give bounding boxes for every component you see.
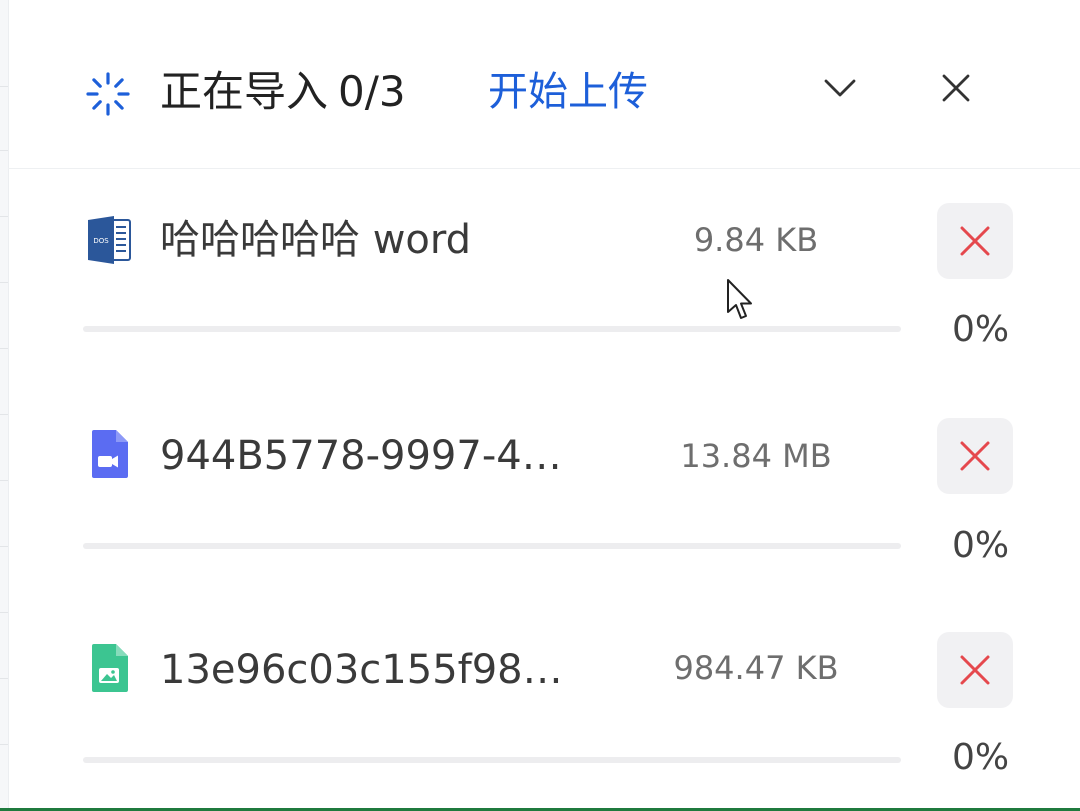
collapse-button[interactable] — [812, 60, 868, 116]
row-divider — [0, 480, 8, 481]
remove-x-icon — [960, 441, 990, 471]
progress-percent: 0% — [952, 737, 1010, 778]
svg-text:DOS: DOS — [93, 237, 109, 245]
file-list-item: DOS 哈哈哈哈哈 word 9.84 KB 0% — [8, 170, 1080, 370]
upload-panel-header: 正在导入 0/3 开始上传 — [8, 0, 1080, 169]
progress-percent: 0% — [952, 525, 1010, 566]
row-divider — [0, 678, 8, 679]
image-file-icon — [92, 644, 128, 692]
close-icon — [942, 74, 970, 102]
file-name: 哈哈哈哈哈 word — [160, 217, 472, 263]
remove-x-icon — [960, 655, 990, 685]
mouse-cursor-icon — [727, 279, 752, 319]
upload-progress-bar — [83, 543, 901, 549]
row-divider — [0, 216, 8, 217]
file-size: 984.47 KB — [673, 649, 839, 687]
row-divider — [0, 150, 8, 151]
file-size: 13.84 MB — [680, 437, 832, 475]
file-size: 9.84 KB — [693, 221, 819, 259]
loading-spinner-icon — [86, 72, 130, 116]
import-count: 0/3 — [338, 67, 406, 116]
row-divider — [0, 612, 8, 613]
import-status-label: 正在导入 — [160, 67, 329, 116]
row-divider — [0, 282, 8, 283]
row-divider — [0, 546, 8, 547]
start-upload-link[interactable]: 开始上传 — [488, 64, 648, 120]
progress-percent: 0% — [952, 309, 1010, 350]
remove-x-icon — [960, 226, 990, 256]
upload-progress-bar — [83, 326, 901, 332]
close-button[interactable] — [928, 60, 984, 116]
chevron-down-icon — [824, 79, 856, 97]
row-divider — [0, 348, 8, 349]
import-status-title: 正在导入 0/3 — [160, 64, 406, 120]
upload-panel: 正在导入 0/3 开始上传 DOS 哈哈哈哈哈 word 9.84 KB 0% … — [0, 0, 1080, 811]
video-file-icon — [92, 430, 128, 478]
row-divider — [0, 86, 8, 87]
upload-progress-bar — [83, 757, 901, 763]
row-divider — [0, 744, 8, 745]
row-divider — [0, 414, 8, 415]
word-document-icon: DOS — [88, 216, 131, 264]
remove-file-button[interactable] — [937, 632, 1013, 708]
file-name: 13e96c03c155f98… — [160, 647, 563, 693]
file-list-item: 944B5778-9997-4… 13.84 MB 0% — [8, 386, 1080, 586]
file-list-item: 13e96c03c155f98… 984.47 KB 0% — [8, 600, 1080, 800]
remove-file-button[interactable] — [937, 418, 1013, 494]
remove-file-button[interactable] — [937, 203, 1013, 279]
file-name: 944B5778-9997-4… — [160, 433, 562, 479]
